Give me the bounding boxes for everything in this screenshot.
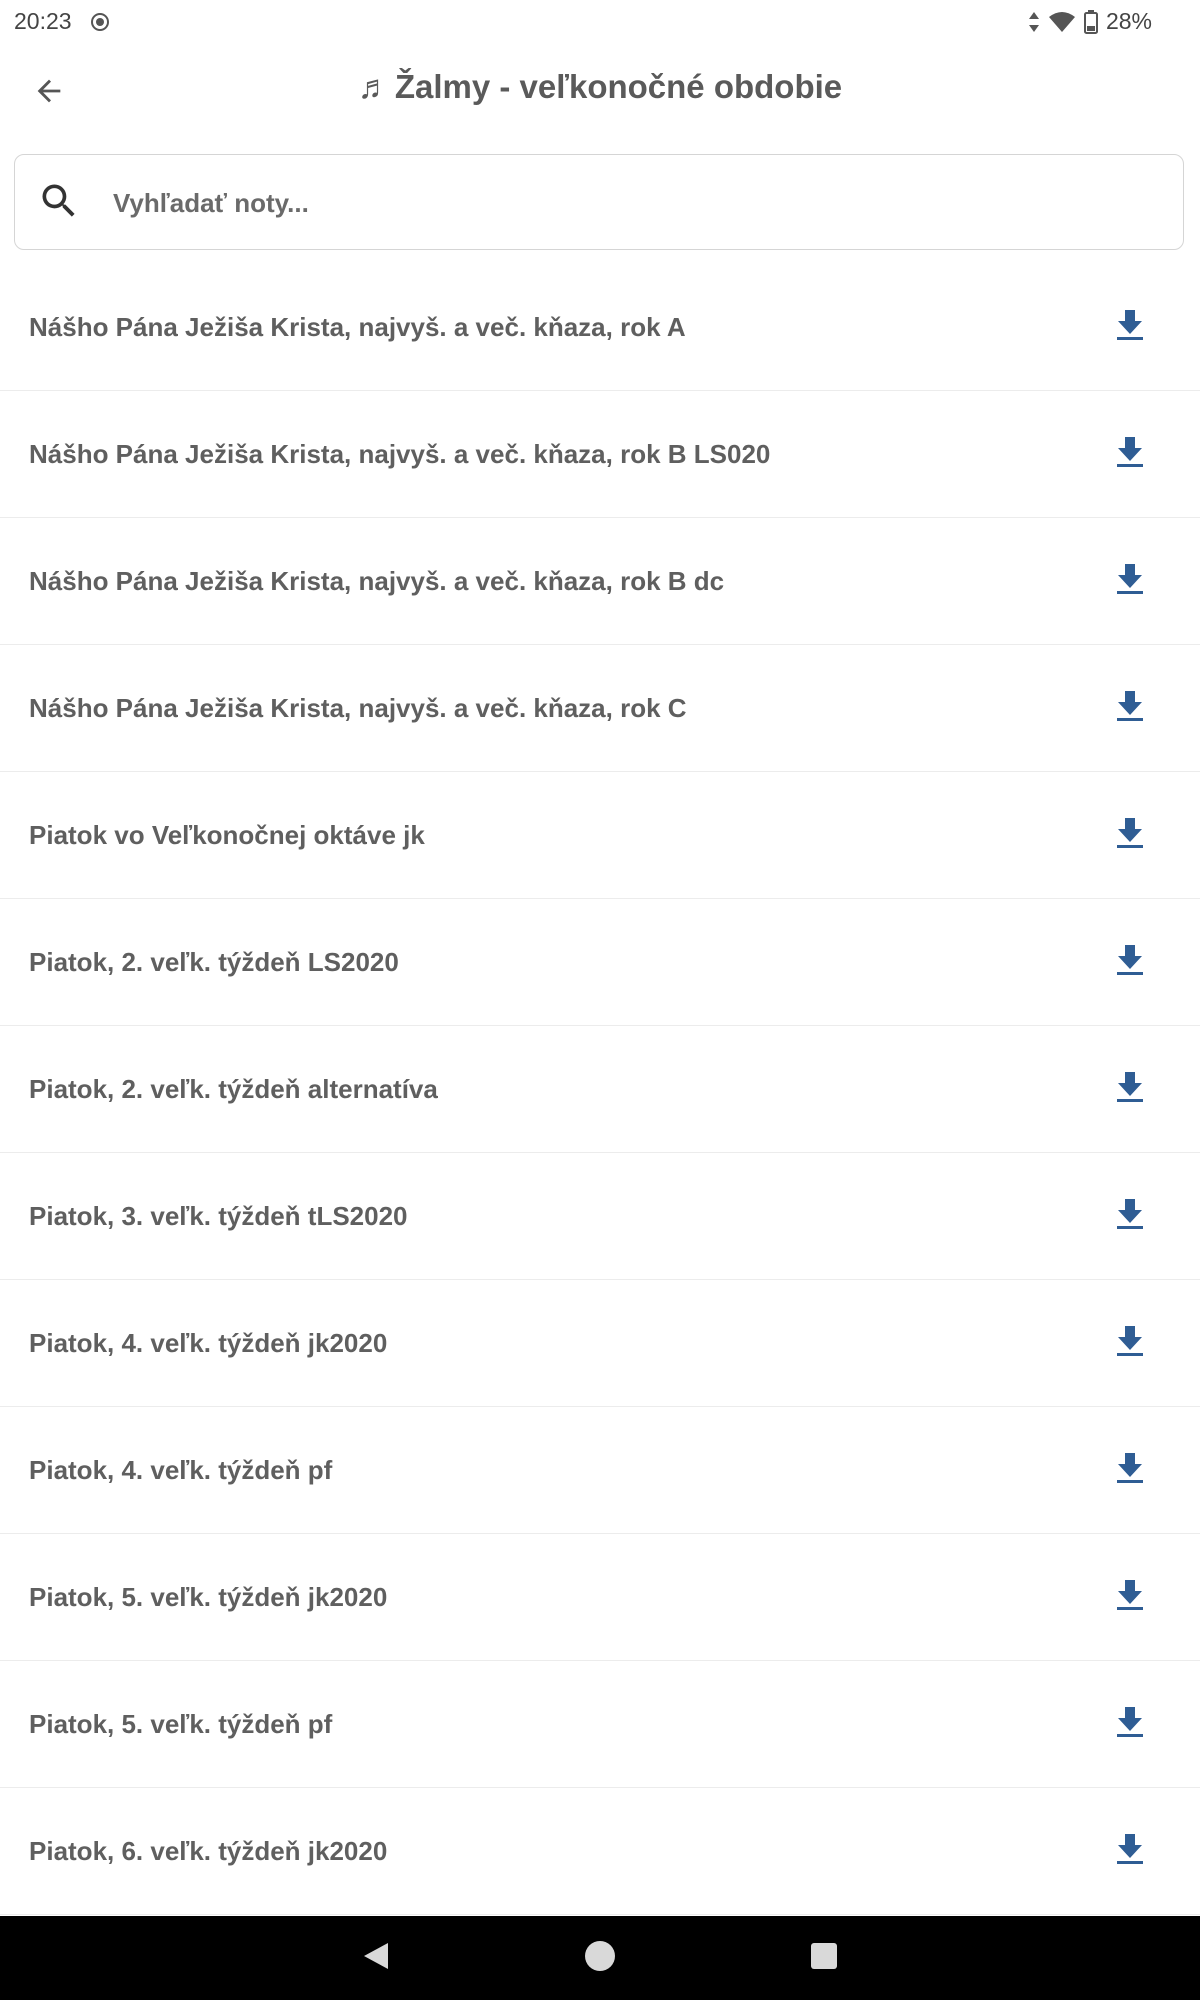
- status-icons: 28%: [1028, 8, 1152, 35]
- list-item[interactable]: Piatok, 5. veľk. týždeň jk2020: [0, 1534, 1200, 1661]
- score-list: Nášho Pána Ježiša Krista, najvyš. a več.…: [0, 264, 1200, 1915]
- list-item-label: Nášho Pána Ježiša Krista, najvyš. a več.…: [29, 692, 687, 723]
- download-button[interactable]: [1108, 1067, 1152, 1111]
- download-icon: [1115, 817, 1145, 854]
- download-button[interactable]: [1108, 1702, 1152, 1746]
- list-item-label: Nášho Pána Ježiša Krista, najvyš. a več.…: [29, 565, 725, 596]
- nav-back-icon: [362, 1941, 390, 1976]
- download-icon: [1115, 436, 1145, 473]
- list-item[interactable]: Piatok, 6. veľk. týždeň jk2020: [0, 1788, 1200, 1915]
- music-note-icon: ♬: [357, 68, 391, 105]
- nav-back-button[interactable]: [348, 1930, 404, 1986]
- list-item-label: Piatok, 4. veľk. týždeň pf: [29, 1454, 333, 1485]
- download-icon: [1115, 1579, 1145, 1616]
- download-button[interactable]: [1108, 1575, 1152, 1619]
- download-button[interactable]: [1108, 1829, 1152, 1873]
- search-input[interactable]: [111, 177, 1155, 229]
- search-icon: [37, 179, 81, 223]
- list-item-label: Piatok, 2. veľk. týždeň LS2020: [29, 946, 399, 977]
- nav-recents-icon: [810, 1942, 838, 1975]
- list-item-label: Piatok, 6. veľk. týždeň jk2020: [29, 1835, 388, 1866]
- list-item-label: Piatok vo Veľkonočnej oktáve jk: [29, 819, 425, 850]
- list-item[interactable]: Piatok, 5. veľk. týždeň pf: [0, 1661, 1200, 1788]
- download-button[interactable]: [1108, 1194, 1152, 1238]
- download-icon: [1115, 690, 1145, 727]
- download-button[interactable]: [1108, 1321, 1152, 1365]
- status-time: 20:23: [14, 8, 72, 34]
- page-title-text: Žalmy - veľkonočné obdobie: [394, 68, 843, 105]
- download-button[interactable]: [1108, 813, 1152, 857]
- list-item[interactable]: Piatok, 4. veľk. týždeň jk2020: [0, 1280, 1200, 1407]
- download-icon: [1115, 1706, 1145, 1743]
- download-button[interactable]: [1108, 305, 1152, 349]
- list-item[interactable]: Piatok, 2. veľk. týždeň alternatíva: [0, 1026, 1200, 1153]
- list-item[interactable]: Nášho Pána Ježiša Krista, najvyš. a več.…: [0, 518, 1200, 645]
- list-item[interactable]: Piatok, 4. veľk. týždeň pf: [0, 1407, 1200, 1534]
- download-icon: [1115, 1325, 1145, 1362]
- list-item-label: Nášho Pána Ježiša Krista, najvyš. a več.…: [29, 438, 771, 469]
- download-icon: [1115, 1071, 1145, 1108]
- battery-percent: 28%: [1105, 8, 1152, 34]
- screen-record-icon: [90, 12, 110, 32]
- list-item[interactable]: Piatok, 3. veľk. týždeň tLS2020: [0, 1153, 1200, 1280]
- search-box[interactable]: [14, 154, 1184, 250]
- wifi-icon: [1048, 11, 1076, 33]
- download-button[interactable]: [1108, 1448, 1152, 1492]
- page-title: ♬ Žalmy - veľkonočné obdobie: [0, 68, 1200, 106]
- list-item[interactable]: Nášho Pána Ježiša Krista, najvyš. a več.…: [0, 645, 1200, 772]
- download-icon: [1115, 1833, 1145, 1870]
- list-item[interactable]: Nášho Pána Ježiša Krista, najvyš. a več.…: [0, 264, 1200, 391]
- list-item[interactable]: Nášho Pána Ježiša Krista, najvyš. a več.…: [0, 391, 1200, 518]
- download-button[interactable]: [1108, 686, 1152, 730]
- data-arrows-icon: [1028, 11, 1040, 33]
- list-item-label: Piatok, 4. veľk. týždeň jk2020: [29, 1327, 388, 1358]
- nav-home-button[interactable]: [572, 1930, 628, 1986]
- nav-recents-button[interactable]: [796, 1930, 852, 1986]
- list-item-label: Piatok, 2. veľk. týždeň alternatíva: [29, 1073, 438, 1104]
- download-icon: [1115, 1452, 1145, 1489]
- list-item[interactable]: Piatok, 2. veľk. týždeň LS2020: [0, 899, 1200, 1026]
- list-item-label: Piatok, 5. veľk. týždeň jk2020: [29, 1581, 388, 1612]
- nav-home-icon: [584, 1940, 616, 1977]
- download-icon: [1115, 563, 1145, 600]
- download-icon: [1115, 1198, 1145, 1235]
- download-icon: [1115, 944, 1145, 981]
- list-item-label: Piatok, 3. veľk. týždeň tLS2020: [29, 1200, 408, 1231]
- status-bar: 20:23 28%: [0, 0, 1200, 44]
- list-item[interactable]: Piatok vo Veľkonočnej oktáve jk: [0, 772, 1200, 899]
- navigation-bar: [0, 1916, 1200, 2000]
- download-button[interactable]: [1108, 559, 1152, 603]
- battery-icon: [1083, 9, 1098, 34]
- app-bar: ♬ Žalmy - veľkonočné obdobie: [0, 44, 1200, 136]
- download-button[interactable]: [1108, 432, 1152, 476]
- list-item-label: Nášho Pána Ježiša Krista, najvyš. a več.…: [29, 311, 686, 342]
- list-item-label: Piatok, 5. veľk. týždeň pf: [29, 1708, 333, 1739]
- download-button[interactable]: [1108, 940, 1152, 984]
- download-icon: [1115, 309, 1145, 346]
